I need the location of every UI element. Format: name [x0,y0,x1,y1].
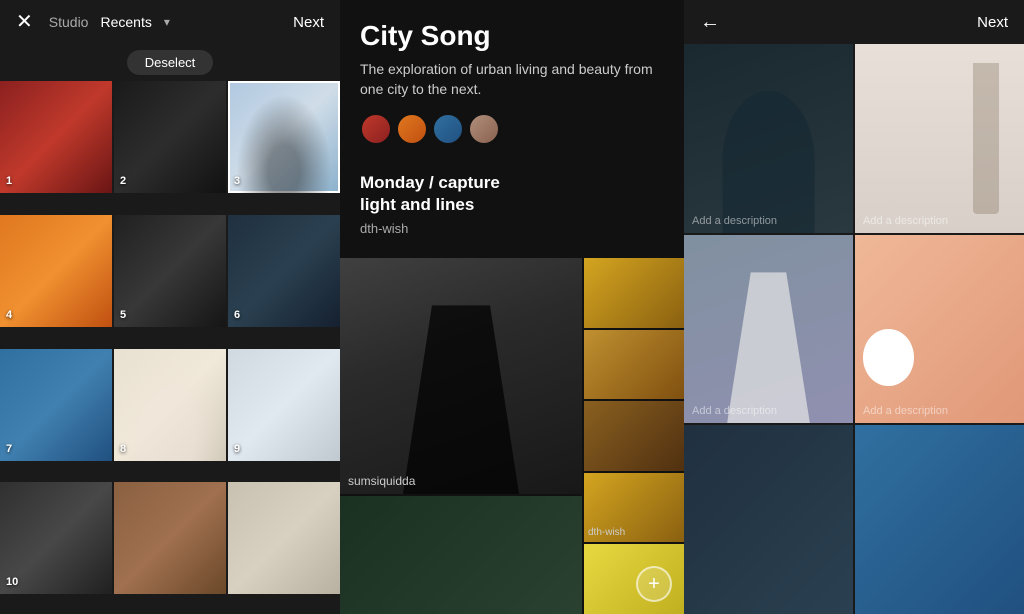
photo-number: 3 [234,175,240,187]
deselect-bar: Deselect [0,44,340,81]
description-label[interactable]: Add a description [863,215,948,227]
photo-cell[interactable]: 7 [0,349,112,461]
middle-content: sumsiquidda dth-wish + [340,258,684,614]
studio-tab[interactable]: Studio [49,14,89,30]
main-big-image[interactable]: sumsiquidda [340,258,582,494]
left-next-button[interactable]: Next [293,14,324,31]
photo-number: 8 [120,443,126,455]
right-photo-cell[interactable] [684,425,853,614]
avatars-row [360,113,664,145]
description-label[interactable]: Add a description [692,405,777,417]
back-icon[interactable]: ← [700,11,720,34]
left-header-left: ✕ Studio Recents ▾ [16,12,170,32]
photo-cell[interactable]: 3 [228,81,340,193]
photo-number: 1 [6,175,12,187]
thumbnail-cell[interactable] [584,330,684,400]
right-photo-cell[interactable]: Add a description [684,235,853,424]
right-next-button[interactable]: Next [977,14,1008,31]
photo-cell[interactable]: 9 [228,349,340,461]
thumbnail-cell[interactable]: dth-wish [584,473,684,543]
thumb-author: dth-wish [588,527,625,538]
featured-post: Monday / capture light and lines dth-wis… [340,173,684,258]
thumbnail-column: dth-wish + [584,258,684,614]
photo-number: 5 [120,309,126,321]
right-column-1: Add a description Add a description [684,44,853,614]
photo-cell[interactable]: 2 [114,81,226,193]
collection-description: The exploration of urban living and beau… [360,60,664,99]
collection-title: City Song [360,20,664,52]
photo-number: 2 [120,175,126,187]
close-icon[interactable]: ✕ [16,12,33,32]
add-button[interactable]: + [636,566,672,602]
post-title: Monday / capture [360,173,664,193]
photo-cell[interactable]: 6 [228,215,340,327]
right-photo-cell[interactable]: Add a description [855,44,1024,233]
photo-cell[interactable]: 8 [114,349,226,461]
right-photo-cell[interactable]: Add a description [684,44,853,233]
left-header: ✕ Studio Recents ▾ Next [0,0,340,44]
description-label[interactable]: Add a description [692,215,777,227]
photo-cell[interactable]: 10 [0,482,112,594]
nav-tabs: Studio Recents ▾ [49,14,170,30]
right-panel: ← Next Add a description Add a descripti… [684,0,1024,614]
photo-cell[interactable] [228,482,340,594]
right-header: ← Next [684,0,1024,44]
deselect-button[interactable]: Deselect [127,50,214,75]
thumbnail-cell[interactable] [584,401,684,471]
photo-cell[interactable]: 4 [0,215,112,327]
right-photos-area: Add a description Add a description Add … [684,44,1024,614]
description-label[interactable]: Add a description [863,405,948,417]
main-image-author: sumsiquidda [348,474,415,488]
post-author: dth-wish [360,221,664,236]
main-small-image[interactable] [340,496,582,614]
chevron-down-icon[interactable]: ▾ [164,15,170,29]
recents-tab[interactable]: Recents [100,14,151,30]
right-column-2: Add a description Add a description [855,44,1024,614]
photo-number: 6 [234,309,240,321]
main-image-area: sumsiquidda [340,258,582,614]
photo-number: 9 [234,443,240,455]
collection-header: City Song The exploration of urban livin… [340,0,684,173]
photo-number: 7 [6,443,12,455]
avatar [468,113,500,145]
photo-grid: 1 2 3 4 5 6 7 8 9 10 [0,81,340,614]
avatar [360,113,392,145]
silhouette-shape [388,305,533,494]
thumbnail-cell[interactable]: + [584,544,684,614]
photo-cell[interactable] [114,482,226,594]
left-panel: ✕ Studio Recents ▾ Next Deselect 1 2 3 4… [0,0,340,614]
photo-cell[interactable]: 1 [0,81,112,193]
photo-number: 10 [6,576,18,588]
photo-cell[interactable]: 5 [114,215,226,327]
right-photo-cell[interactable]: Add a description [855,235,1024,424]
thumbnail-cell[interactable] [584,258,684,328]
photo-number: 4 [6,309,12,321]
right-photo-cell[interactable] [855,425,1024,614]
avatar [432,113,464,145]
avatar [396,113,428,145]
middle-panel: City Song The exploration of urban livin… [340,0,684,614]
post-subtitle: light and lines [360,195,664,215]
